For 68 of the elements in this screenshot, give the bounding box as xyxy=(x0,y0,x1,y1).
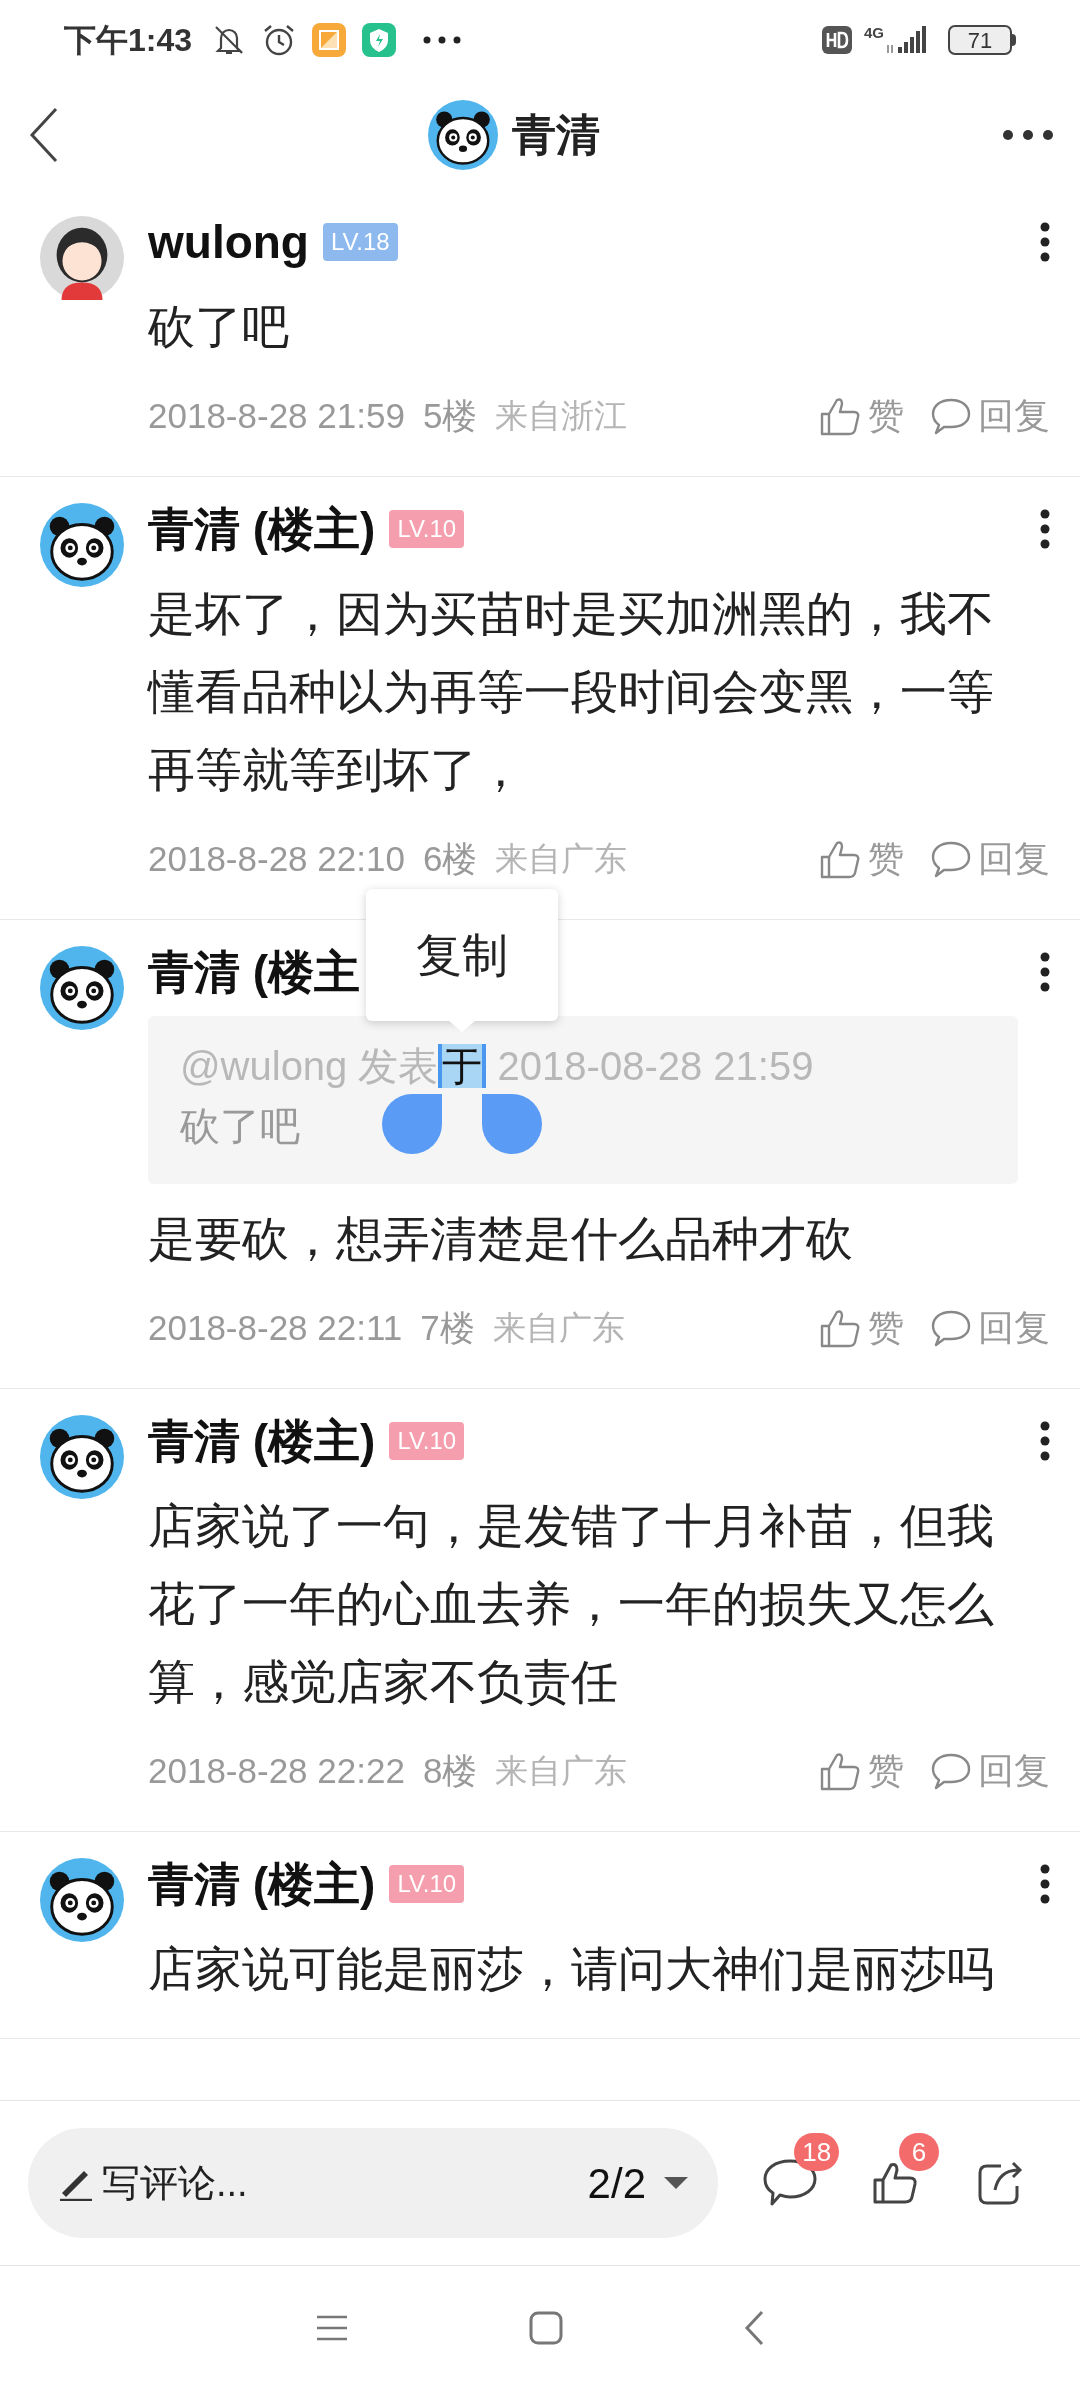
speech-bubble-icon xyxy=(930,396,972,436)
post-date: 2018-8-28 22:22 xyxy=(148,1749,405,1792)
floor-number: 7楼 xyxy=(420,1306,475,1349)
post-text: 砍了吧 xyxy=(148,299,290,355)
post-date: 2018-8-28 22:11 xyxy=(148,1306,403,1349)
more-options-icon[interactable] xyxy=(1040,222,1050,262)
page-indicator[interactable]: 2/2 xyxy=(587,2151,646,2215)
selection-handle-icon[interactable] xyxy=(382,1094,443,1154)
copy-menu[interactable]: 复制 xyxy=(366,889,559,1021)
page-title: 青清 xyxy=(512,109,600,161)
quote-text: 砍了吧 xyxy=(180,1103,300,1150)
post-text: 是坏了，因为买苗时是买加洲黑的，我不懂看品种以为再等一段时间会变黑，一等再等就等到坏了， xyxy=(148,586,995,798)
more-options-icon[interactable] xyxy=(1040,1421,1050,1461)
security-app-icon xyxy=(362,23,397,57)
status-time: 下午1:43 xyxy=(64,21,193,60)
dropdown-icon[interactable] xyxy=(664,2175,688,2191)
post-location: 来自浙江 xyxy=(495,396,628,437)
post-location: 来自广东 xyxy=(492,1308,625,1349)
author-name[interactable]: 青清 (楼主 xyxy=(148,937,361,1007)
post-date: 2018-8-28 22:10 xyxy=(148,837,405,880)
author-name[interactable]: 青清 (楼主) xyxy=(148,1849,376,1919)
level-badge: LV.10 xyxy=(389,1865,465,1903)
more-notifications-icon xyxy=(422,35,463,45)
panda-avatar[interactable] xyxy=(40,1415,124,1499)
selected-text: 于 xyxy=(438,1044,487,1088)
panda-avatar[interactable] xyxy=(428,100,498,170)
post-location: 来自广东 xyxy=(495,1751,628,1792)
more-icon[interactable] xyxy=(1002,128,1054,142)
pointer-icon xyxy=(448,1020,477,1032)
author-name[interactable]: wulong xyxy=(148,207,309,277)
back-icon[interactable] xyxy=(743,2310,765,2346)
floor-number: 5楼 xyxy=(422,394,478,437)
post-date: 2018-8-28 21:59 xyxy=(148,394,405,437)
post-location: 来自广东 xyxy=(495,839,628,880)
panda-avatar[interactable] xyxy=(40,503,124,587)
panda-avatar[interactable] xyxy=(40,946,124,1030)
author-name[interactable]: 青清 (楼主) xyxy=(148,494,376,564)
user-avatar[interactable] xyxy=(40,216,124,300)
more-options-icon[interactable] xyxy=(1040,509,1050,549)
floor-number: 8楼 xyxy=(422,1749,478,1792)
author-name[interactable]: 青清 (楼主) xyxy=(148,1406,376,1476)
network-type: 4G xyxy=(864,25,884,40)
speech-bubble-icon xyxy=(930,1751,972,1791)
level-badge: LV.18 xyxy=(322,223,398,261)
hd-icon xyxy=(822,26,852,54)
home-icon[interactable] xyxy=(529,2311,563,2345)
level-badge: LV.10 xyxy=(389,510,465,548)
signal-icon xyxy=(886,25,928,55)
comment-field[interactable]: 写评论... 2/2 xyxy=(28,2128,718,2238)
app-notification-icon xyxy=(312,23,347,57)
post-text: 店家说了一句，是发错了十月补苗，但我花了一年的心血去养，一年的损失又怎么算，感觉店家不负责任 xyxy=(148,1498,995,1710)
comment-count-badge: 18 xyxy=(794,2133,840,2171)
more-options-icon[interactable] xyxy=(1040,1864,1050,1904)
floor-number: 6楼 xyxy=(422,837,478,880)
menu-icon[interactable] xyxy=(315,2314,349,2342)
panda-avatar[interactable] xyxy=(40,1858,124,1942)
post-text: 是要砍，想弄清楚是什么品种才砍 xyxy=(148,1211,854,1267)
like-count-badge: 6 xyxy=(899,2133,939,2171)
quote-meta: 2018-08-28 21:59 xyxy=(496,1044,814,1088)
selection-handle-icon[interactable] xyxy=(482,1094,543,1154)
level-badge: LV.10 xyxy=(389,1422,465,1460)
thumbs-up-icon xyxy=(872,2160,918,2206)
quote-meta: @wulong 发表 xyxy=(180,1044,439,1088)
more-options-icon[interactable] xyxy=(1040,952,1050,992)
battery-level: 71 xyxy=(948,25,1012,55)
speech-bubble-icon xyxy=(930,1308,972,1348)
speech-bubble-icon xyxy=(930,839,972,879)
post-text: 店家说可能是丽莎，请问大神们是丽莎吗 xyxy=(148,1941,995,1997)
